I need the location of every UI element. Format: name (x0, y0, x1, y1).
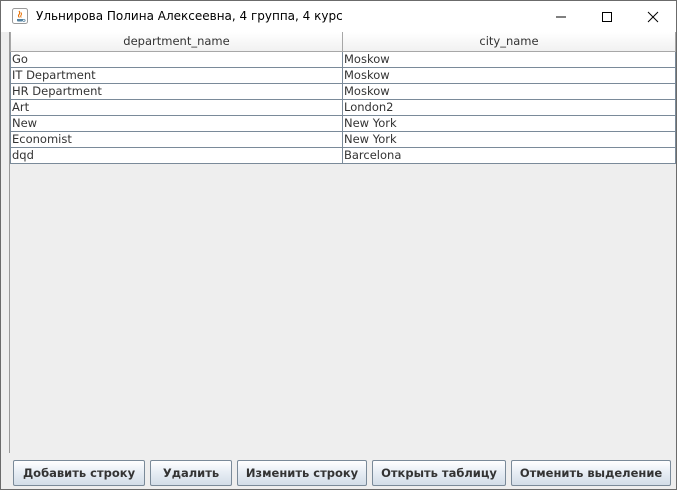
add-row-button[interactable]: Добавить строку (13, 460, 145, 486)
cell-department-name[interactable]: IT Department (10, 66, 343, 84)
table-row[interactable]: dqd Barcelona (10, 146, 676, 164)
delete-button[interactable]: Удалить (150, 460, 232, 486)
maximize-icon (602, 11, 612, 22)
cell-department-name[interactable]: dqd (10, 146, 343, 164)
cell-department-name[interactable]: Economist (10, 130, 343, 148)
cell-department-name[interactable]: New (10, 114, 343, 132)
table-row[interactable]: IT Department Moskow (10, 66, 676, 84)
table-row[interactable]: HR Department Moskow (10, 82, 676, 100)
button-bar: Добавить строку Удалить Изменить строку … (9, 457, 675, 489)
cell-department-name[interactable]: HR Department (10, 82, 343, 100)
title-bar[interactable]: Ульнирова Полина Алексеевна, 4 группа, 4… (1, 1, 676, 32)
column-header-department-name[interactable]: department_name (10, 32, 343, 52)
table-header-row: department_name city_name (10, 32, 676, 52)
maximize-button[interactable] (584, 1, 630, 32)
cell-city-name[interactable]: Moskow (342, 50, 676, 68)
clear-selection-button[interactable]: Отменить выделение (511, 460, 671, 486)
open-table-button[interactable]: Открыть таблицу (372, 460, 506, 486)
edit-row-button[interactable]: Изменить строку (237, 460, 367, 486)
cell-city-name[interactable]: Moskow (342, 66, 676, 84)
departments-table[interactable]: department_name city_name Go Moskow IT D… (10, 32, 676, 164)
cell-department-name[interactable]: Art (10, 98, 343, 116)
window-left-edge (1, 32, 9, 489)
minimize-button[interactable] (538, 1, 584, 32)
cell-department-name[interactable]: Go (10, 50, 343, 68)
cell-city-name[interactable]: New York (342, 114, 676, 132)
table-row[interactable]: Art London2 (10, 98, 676, 116)
close-button[interactable] (630, 1, 676, 32)
table-row[interactable]: New New York (10, 114, 676, 132)
cell-city-name[interactable]: London2 (342, 98, 676, 116)
close-icon (647, 11, 659, 22)
window-title: Ульнирова Полина Алексеевна, 4 группа, 4… (36, 9, 343, 23)
table-row[interactable]: Go Moskow (10, 50, 676, 68)
minimize-icon (556, 16, 566, 17)
app-window: Ульнирова Полина Алексеевна, 4 группа, 4… (0, 0, 677, 490)
cell-city-name[interactable]: New York (342, 130, 676, 148)
cell-city-name[interactable]: Moskow (342, 82, 676, 100)
table-scroll-pane[interactable]: department_name city_name Go Moskow IT D… (9, 32, 676, 453)
java-cup-icon (12, 8, 28, 24)
cell-city-name[interactable]: Barcelona (342, 146, 676, 164)
table-row[interactable]: Economist New York (10, 130, 676, 148)
column-header-city-name[interactable]: city_name (342, 32, 676, 52)
